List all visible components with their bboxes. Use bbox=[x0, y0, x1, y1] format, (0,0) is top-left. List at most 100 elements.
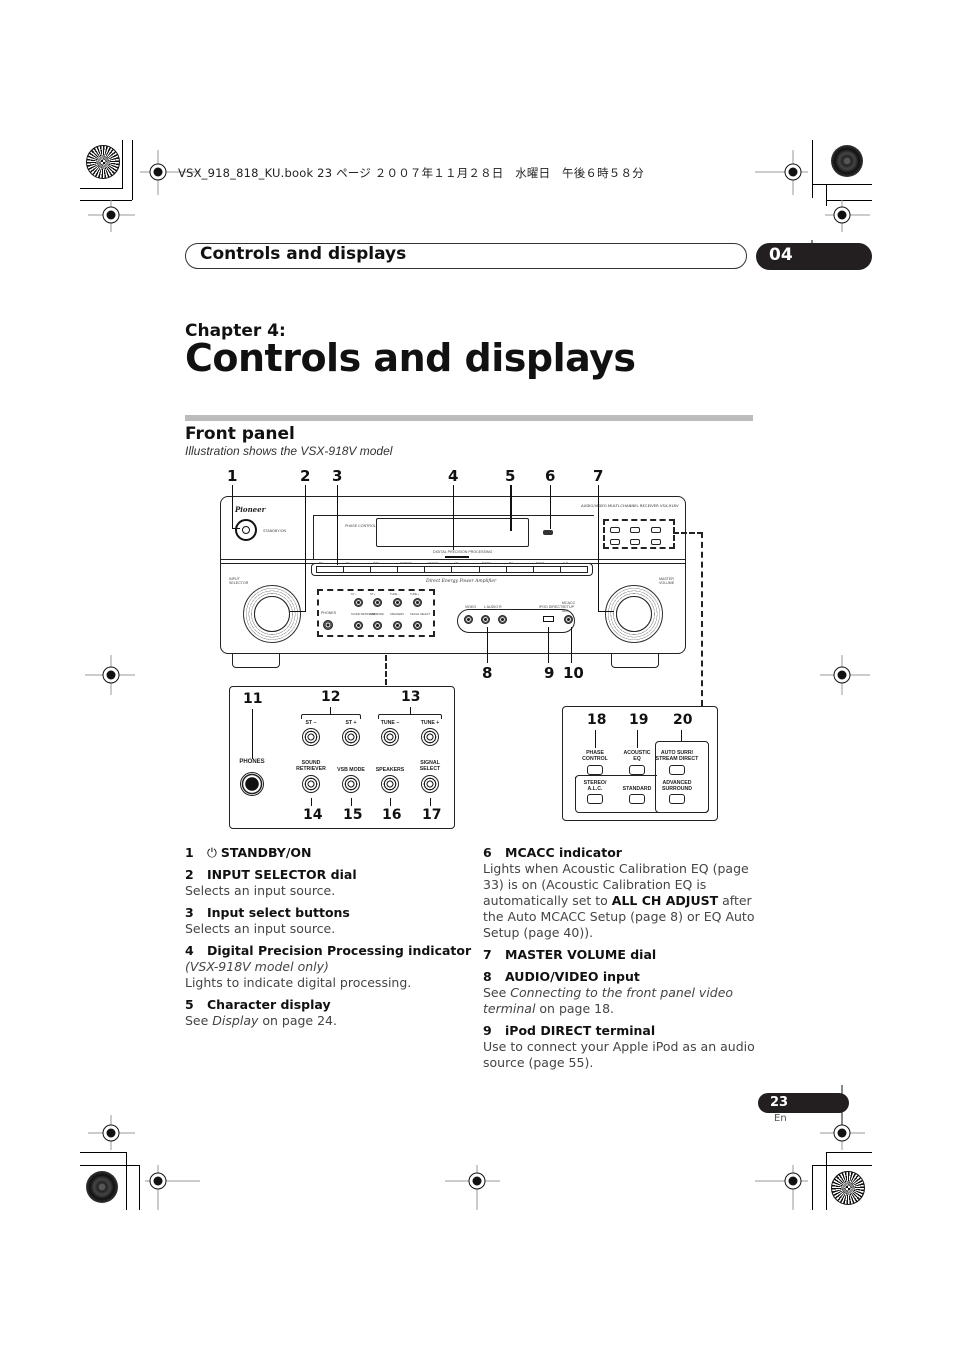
surround-button-top-1[interactable] bbox=[629, 765, 645, 775]
mini-knob-5[interactable] bbox=[373, 621, 382, 630]
callout-14: 14 bbox=[303, 807, 323, 823]
front-phase-control-button[interactable] bbox=[610, 527, 620, 533]
item-body: See Display on page 24. bbox=[185, 1013, 470, 1029]
detail-jack-top-0[interactable] bbox=[302, 728, 320, 746]
item-number: 5 bbox=[185, 997, 194, 1012]
master-volume-dial[interactable] bbox=[605, 585, 663, 643]
mini-knob-0[interactable] bbox=[354, 598, 363, 607]
front-acoustic-eq-button[interactable] bbox=[630, 527, 640, 533]
item-number: 4 bbox=[185, 943, 194, 958]
leader-line bbox=[487, 627, 489, 663]
detail-bottom-label: SOUND RETRIEVER bbox=[296, 760, 326, 772]
input-button-7[interactable]: XM bbox=[505, 562, 533, 572]
front-stereo-alc-button[interactable] bbox=[610, 539, 620, 545]
phones-jack[interactable] bbox=[240, 772, 264, 796]
item-title: MCACC indicator bbox=[505, 845, 622, 860]
item-body: Lights to indicate digital processing. bbox=[185, 975, 412, 990]
callout-4: 4 bbox=[448, 467, 459, 485]
audio-l-jack[interactable] bbox=[481, 615, 490, 624]
input-button-8[interactable]: SIRIUS bbox=[532, 562, 560, 572]
surround-button-bottom-2[interactable] bbox=[669, 794, 685, 804]
detail-jack-bottom-1[interactable] bbox=[342, 775, 360, 793]
leader-line bbox=[550, 485, 552, 529]
input-button-4[interactable]: CD/CD-R bbox=[424, 562, 451, 572]
chapter-title: Controls and displays bbox=[185, 336, 636, 380]
callout-16: 16 bbox=[382, 807, 402, 823]
surround-bottom-label: STANDARD bbox=[622, 786, 652, 792]
description-item: 9 iPod DIRECT terminal Use to connect your… bbox=[483, 1023, 763, 1071]
standby-on-button[interactable] bbox=[235, 519, 257, 541]
input-button-5[interactable]: CD bbox=[451, 562, 478, 572]
mcacc-mic-jack[interactable] bbox=[564, 615, 573, 624]
callout-10: 10 bbox=[563, 664, 584, 682]
front-standard-button[interactable] bbox=[630, 539, 640, 545]
leader-line bbox=[598, 611, 614, 613]
audio-r-jack[interactable] bbox=[498, 615, 507, 624]
surround-button-bottom-0[interactable] bbox=[587, 794, 603, 804]
callout-2: 2 bbox=[300, 467, 311, 485]
mini-knob-label: VSB MODE bbox=[370, 613, 384, 616]
input-button-9[interactable]: AUX bbox=[559, 562, 587, 572]
ipod-usb-port[interactable] bbox=[543, 616, 554, 622]
video-jack[interactable] bbox=[464, 615, 473, 624]
callout-1: 1 bbox=[227, 467, 238, 485]
mini-knob-3[interactable] bbox=[413, 598, 422, 607]
surround-top-label: AUTO SURR/ STREAM DIRECT bbox=[655, 750, 699, 762]
mini-knob-6[interactable] bbox=[393, 621, 402, 630]
input-button-1[interactable]: TV bbox=[343, 562, 370, 572]
surround-button-top-0[interactable] bbox=[587, 765, 603, 775]
mini-knob-2[interactable] bbox=[393, 598, 402, 607]
item-number: 9 bbox=[483, 1023, 492, 1038]
front-auto-surr-button[interactable] bbox=[651, 527, 661, 533]
detail-jack-bottom-2[interactable] bbox=[381, 775, 399, 793]
mini-knob-1[interactable] bbox=[373, 598, 382, 607]
input-selector-dial[interactable] bbox=[243, 585, 301, 643]
item-heading: 2 INPUT SELECTOR dial bbox=[185, 867, 470, 883]
item-heading: 9 iPod DIRECT terminal bbox=[483, 1023, 763, 1039]
input-button-2[interactable]: DVD bbox=[370, 562, 397, 572]
body-italic: Display bbox=[212, 1013, 259, 1028]
surround-top-label: PHASE CONTROL bbox=[582, 750, 608, 762]
mini-knob-label: TUNE + bbox=[410, 593, 420, 596]
input-button-label: SIRIUS bbox=[535, 562, 545, 565]
leader-line bbox=[598, 485, 600, 612]
leader-line bbox=[548, 627, 550, 663]
detail-bottom-label: SPEAKERS bbox=[375, 767, 405, 773]
description-item: 3 Input select buttons Selects an input so… bbox=[185, 905, 470, 937]
detail-jack-top-1[interactable] bbox=[342, 728, 360, 746]
item-number: 8 bbox=[483, 969, 492, 984]
mini-knob-7[interactable] bbox=[413, 621, 422, 630]
body-text: on page 18. bbox=[535, 1001, 615, 1016]
separator-line bbox=[221, 559, 685, 560]
surround-top-label: ACOUSTIC EQ bbox=[623, 750, 651, 762]
item-title: AUDIO/VIDEO input bbox=[505, 969, 640, 984]
leader-line bbox=[453, 485, 455, 550]
item-body: Lights when Acoustic Calibration EQ (pag… bbox=[483, 861, 763, 941]
mini-knob-4[interactable] bbox=[354, 621, 363, 630]
item-heading: 8 AUDIO/VIDEO input bbox=[483, 969, 763, 985]
input-button-0[interactable]: BD bbox=[317, 562, 343, 572]
phones-jack-small[interactable] bbox=[323, 620, 333, 630]
power-icon: ⏻ bbox=[207, 845, 217, 860]
phase-control-label: PHASE CONTROL bbox=[345, 524, 376, 528]
input-button-3[interactable]: DVR/VCR bbox=[397, 562, 424, 572]
front-advanced-surround-button[interactable] bbox=[651, 539, 661, 545]
surround-button-bottom-1[interactable] bbox=[629, 794, 645, 804]
bracket-st bbox=[301, 714, 361, 719]
leader-line bbox=[681, 730, 682, 741]
description-item: 4 Digital Precision Processing indicator(… bbox=[185, 943, 471, 991]
item-number: 7 bbox=[483, 947, 492, 962]
surround-button-top-2[interactable] bbox=[669, 765, 685, 775]
detail-jack-bottom-3[interactable] bbox=[421, 775, 439, 793]
body-text: See bbox=[483, 985, 511, 1000]
input-button-6[interactable]: TUNER bbox=[478, 562, 506, 572]
detail-jack-bottom-0[interactable] bbox=[302, 775, 320, 793]
detail-jack-top-2[interactable] bbox=[381, 728, 399, 746]
item-number: 6 bbox=[483, 845, 492, 860]
running-header-title: Controls and displays bbox=[200, 244, 407, 264]
detail-jack-top-3[interactable] bbox=[421, 728, 439, 746]
leader-line bbox=[252, 709, 253, 759]
detail-top-label: ST + bbox=[345, 720, 357, 726]
callout-6: 6 bbox=[545, 467, 556, 485]
item-number: 2 bbox=[185, 867, 194, 882]
